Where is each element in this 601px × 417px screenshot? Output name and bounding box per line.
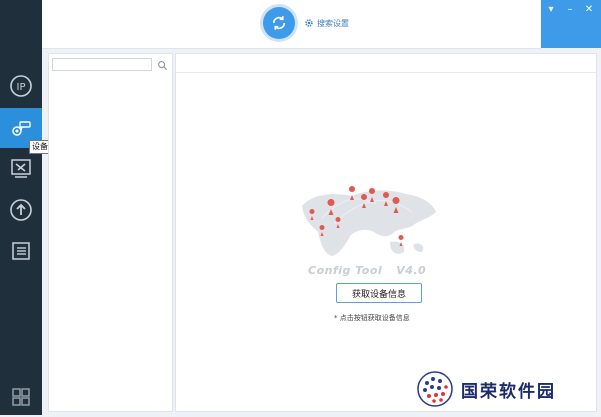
get-device-info-button[interactable]: 获取设备信息 bbox=[336, 283, 422, 303]
menu-dropdown-icon[interactable]: ▾ bbox=[544, 4, 558, 16]
close-icon[interactable]: ✕ bbox=[582, 4, 596, 16]
brand-name: Config Tool bbox=[308, 264, 383, 277]
upgrade-icon bbox=[10, 199, 32, 221]
ip-icon: IP bbox=[10, 75, 32, 97]
brand-version: V4.0 bbox=[396, 264, 427, 277]
top-header: 搜索设置 bbox=[42, 0, 541, 49]
main-toolbar bbox=[176, 54, 596, 73]
minimize-icon[interactable]: – bbox=[563, 4, 577, 16]
search-settings-link[interactable]: 搜索设置 bbox=[304, 16, 349, 30]
brand-label: Config Tool V4.0 bbox=[308, 264, 433, 280]
device-search-input[interactable] bbox=[52, 58, 152, 71]
tools-icon bbox=[11, 159, 31, 178]
gear-icon bbox=[305, 19, 313, 27]
watermark-text: 国荣软件园 bbox=[461, 381, 556, 402]
search-settings-label: 搜索设置 bbox=[317, 18, 349, 28]
nav-item-more[interactable] bbox=[0, 377, 42, 417]
window-controls: ▾ – ✕ bbox=[541, 0, 601, 48]
nav-item-upgrade[interactable] bbox=[0, 190, 42, 230]
nav-item-tools[interactable] bbox=[0, 148, 42, 188]
nav-item-list[interactable] bbox=[0, 231, 42, 271]
main-panel: Config Tool V4.0 获取设备信息 * 点击按钮获取设备信息 bbox=[175, 53, 597, 412]
device-list-panel bbox=[48, 53, 173, 412]
list-icon bbox=[12, 242, 30, 260]
search-icon[interactable] bbox=[155, 58, 169, 72]
watermark-globe-icon bbox=[417, 371, 453, 407]
svg-text:IP: IP bbox=[17, 82, 26, 93]
watermark: 国荣软件园 bbox=[415, 366, 601, 412]
refresh-button[interactable] bbox=[263, 7, 295, 39]
world-map-illustration bbox=[302, 186, 436, 256]
camera-settings-icon bbox=[12, 121, 31, 136]
nav-item-ip[interactable]: IP bbox=[0, 66, 42, 106]
refresh-icon bbox=[272, 16, 286, 30]
puzzle-icon bbox=[12, 388, 30, 406]
hint-text: * 点击按钮获取设备信息 bbox=[334, 314, 410, 322]
left-nav: IP bbox=[0, 0, 42, 415]
